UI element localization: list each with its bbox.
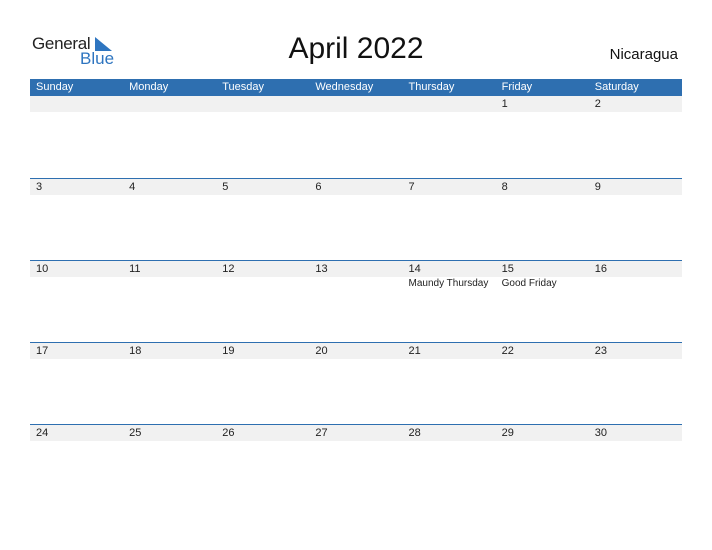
- day-number: 30: [594, 427, 607, 439]
- day-number: 10: [36, 263, 49, 275]
- day-cell: 30: [589, 425, 682, 506]
- day-cell: 9: [589, 179, 682, 260]
- day-cell: 10: [30, 261, 123, 342]
- week-row: 3 4 5 6 7 8 9: [30, 178, 682, 260]
- day-cell: 24: [30, 425, 123, 506]
- day-number: 17: [36, 345, 49, 357]
- day-cell: 8: [496, 179, 589, 260]
- day-number: [222, 96, 309, 112]
- day-number: 23: [594, 345, 607, 357]
- day-cell: 23: [589, 343, 682, 424]
- day-cell: 14 Maundy Thursday: [403, 261, 496, 342]
- day-cell: 28: [403, 425, 496, 506]
- weekday-sunday: Sunday: [36, 81, 74, 93]
- weekday-tuesday: Tuesday: [222, 81, 265, 93]
- day-number: 3: [36, 181, 43, 193]
- day-number: 27: [315, 427, 328, 439]
- day-cell: 4: [123, 179, 216, 260]
- day-cell: 2: [589, 96, 682, 178]
- day-cell: [309, 96, 402, 178]
- day-number: 14: [408, 263, 421, 275]
- day-number: 11: [129, 263, 141, 275]
- day-cell: 6: [309, 179, 402, 260]
- day-cell: 21: [403, 343, 496, 424]
- day-cell: 15 Good Friday: [496, 261, 589, 342]
- day-number: 20: [315, 345, 328, 357]
- day-cell: 19: [216, 343, 309, 424]
- day-number: 28: [408, 427, 421, 439]
- day-cell: 25: [123, 425, 216, 506]
- day-number: 29: [501, 427, 514, 439]
- day-cell: 16: [589, 261, 682, 342]
- day-number: [36, 96, 123, 112]
- day-cell: 27: [309, 425, 402, 506]
- page-title: April 2022: [288, 32, 424, 65]
- day-cell: 11: [123, 261, 216, 342]
- day-cell: [403, 96, 496, 178]
- weekday-wednesday: Wednesday: [315, 81, 374, 93]
- weekday-friday: Friday: [501, 81, 533, 93]
- day-cell: [216, 96, 309, 178]
- week-row: 24 25 26 27 28 29 30: [30, 424, 682, 506]
- day-number: 5: [222, 181, 229, 193]
- day-number: [315, 96, 402, 112]
- day-number: 12: [222, 263, 235, 275]
- day-cell: 3: [30, 179, 123, 260]
- holiday-label: Maundy Thursday: [408, 278, 489, 289]
- day-cell: 13: [309, 261, 402, 342]
- day-number: 22: [501, 345, 514, 357]
- day-cell: 26: [216, 425, 309, 506]
- day-number: [409, 96, 496, 112]
- day-number: 7: [408, 181, 415, 193]
- holiday-label: Good Friday: [501, 278, 557, 289]
- country-label: Nicaragua: [609, 46, 678, 63]
- day-number: 18: [129, 345, 142, 357]
- day-number: 13: [315, 263, 328, 275]
- day-cell: 1: [496, 96, 589, 178]
- week-row: 10 11 12 13 14 Maundy Thursday 15 Good Friday 16: [30, 260, 682, 342]
- day-number: 26: [222, 427, 235, 439]
- weekday-header: Sunday Monday Tuesday Wednesday Thursday…: [30, 79, 682, 96]
- day-cell: 5: [216, 179, 309, 260]
- day-number: 4: [129, 181, 136, 193]
- day-number: 1: [501, 98, 508, 110]
- day-cell: [123, 96, 216, 178]
- day-cell: 20: [309, 343, 402, 424]
- calendar-grid: Sunday Monday Tuesday Wednesday Thursday…: [30, 79, 682, 506]
- day-number: 25: [129, 427, 142, 439]
- day-cell: 17: [30, 343, 123, 424]
- day-number: 19: [222, 345, 235, 357]
- day-cell: 7: [403, 179, 496, 260]
- day-cell: 22: [496, 343, 589, 424]
- day-number: 6: [315, 181, 322, 193]
- day-number: 2: [594, 98, 601, 110]
- day-cell: 18: [123, 343, 216, 424]
- day-number: [129, 96, 216, 112]
- weekday-saturday: Saturday: [594, 81, 639, 93]
- day-number: 21: [408, 345, 421, 357]
- day-number: 24: [36, 427, 49, 439]
- weekday-monday: Monday: [129, 81, 169, 93]
- day-number: 16: [594, 263, 607, 275]
- week-row: 17 18 19 20 21 22 23: [30, 342, 682, 424]
- day-number: 15: [501, 263, 514, 275]
- day-number: 8: [501, 181, 508, 193]
- day-number: 9: [594, 181, 601, 193]
- weekday-thursday: Thursday: [408, 81, 455, 93]
- day-cell: [30, 96, 123, 178]
- day-cell: 29: [496, 425, 589, 506]
- week-row: 12: [30, 96, 682, 178]
- day-cell: 12: [216, 261, 309, 342]
